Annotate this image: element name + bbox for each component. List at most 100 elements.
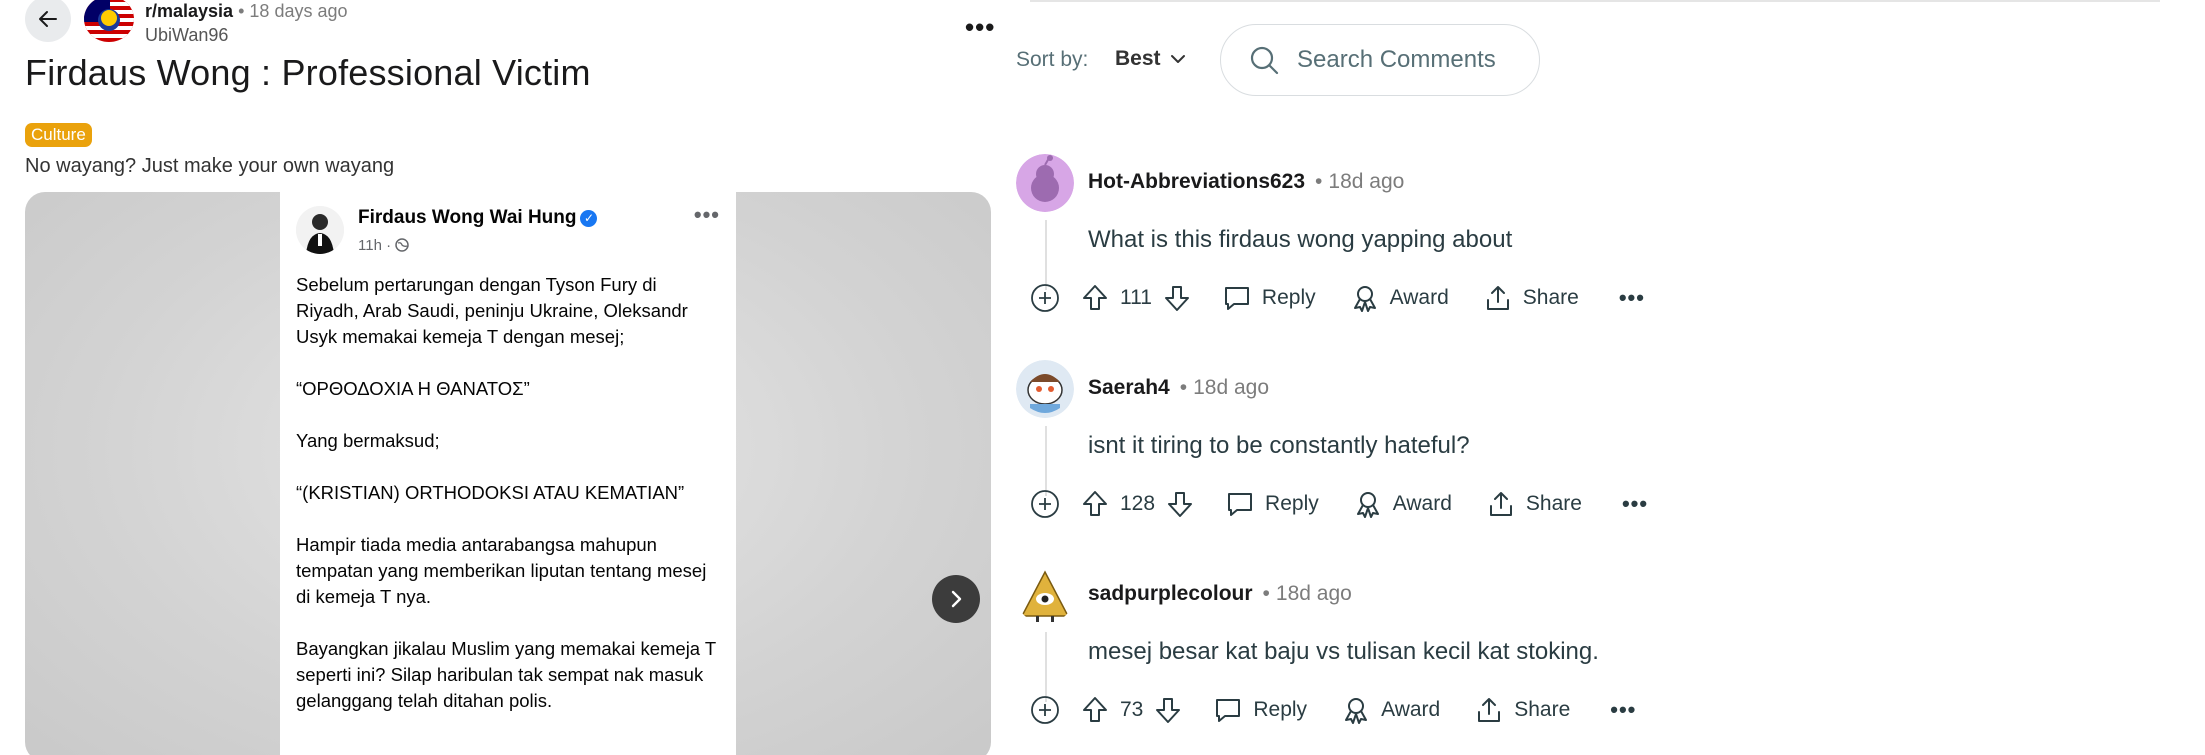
fb-post-header: Firdaus Wong Wai Hung ✓ 11h · ••• [296,202,720,272]
upvote-icon [1083,491,1107,516]
expand-button[interactable] [1030,489,1060,519]
comment-more-options-button[interactable]: ••• [1622,491,1648,517]
avatar[interactable] [1016,154,1074,212]
fb-author-name-text: Firdaus Wong Wai Hung [358,207,577,228]
post-author[interactable]: UbiWan96 [145,24,348,46]
expand-button[interactable] [1030,695,1060,725]
image-gallery[interactable]: Firdaus Wong Wai Hung ✓ 11h · ••• Sebelum… [25,192,991,755]
post-meta: r/malaysia • 18 days ago UbiWan96 [145,0,348,46]
downvote-button[interactable] [1162,283,1192,313]
share-icon [1486,286,1509,310]
reply-label: Reply [1265,492,1319,515]
post-age: 18 days ago [249,1,348,21]
meta-separator: • [238,1,245,21]
award-icon [1356,492,1379,518]
award-button[interactable]: Award [1341,695,1440,725]
arrow-left-icon [39,11,57,27]
sort-label: Sort by: [1016,48,1089,71]
award-button[interactable]: Award [1350,283,1449,313]
comment-more-options-button[interactable]: ••• [1619,285,1645,311]
meta-separator: • [1315,170,1323,193]
plus-circle-icon [1031,696,1059,724]
comment: Hot-Abbreviations623 • 18d ago What is thi… [1016,154,2166,354]
sort-dropdown[interactable]: Best [1115,47,1161,71]
downvote-icon [1156,698,1181,723]
downvote-icon [1164,286,1189,311]
comment-author-line: sadpurplecolour • 18d ago [1088,582,1352,606]
gallery-next-button[interactable] [932,575,980,623]
comment-text: isnt it tiring to be constantly hateful? [1088,432,1470,459]
comment-author[interactable]: sadpurplecolour [1088,582,1253,605]
chevron-down-icon[interactable] [1170,53,1186,65]
fb-post-time: 11h · [358,233,409,259]
award-label: Award [1381,698,1441,721]
comment-text: mesej besar kat baju vs tulisan kecil ka… [1088,638,1599,665]
subreddit-link[interactable]: r/malaysia [145,1,233,21]
comment-icon [1228,493,1253,516]
fb-paragraph: Bayangkan jikalau Muslim yang memakai ke… [296,638,716,711]
downvote-button[interactable] [1153,695,1183,725]
upvote-button[interactable] [1080,695,1110,725]
vote-count: 73 [1120,698,1144,721]
award-button[interactable]: Award [1353,489,1452,519]
downvote-button[interactable] [1165,489,1195,519]
subreddit-avatar[interactable] [84,0,134,42]
share-label: Share [1522,286,1579,309]
fb-paragraph: Yang bermaksud; [296,430,440,451]
share-button[interactable]: Share [1483,283,1579,313]
search-comments-input[interactable]: Search Comments [1220,24,1540,96]
plus-circle-icon [1031,284,1059,312]
post-panel: r/malaysia • 18 days ago UbiWan96 ••• Fi… [0,0,1000,755]
post-body: No wayang? Just make your own wayang [25,155,395,177]
post-more-options-button[interactable]: ••• [965,12,995,43]
comment-more-options-button[interactable]: ••• [1610,697,1636,723]
comment-author-line: Saerah4 • 18d ago [1088,376,1269,400]
award-icon [1353,286,1376,312]
comment: Saerah4 • 18d ago isnt it tiring to be con… [1016,360,2166,560]
vote-count: 111 [1120,286,1152,309]
comment-author[interactable]: Saerah4 [1088,376,1170,399]
share-label: Share [1514,698,1571,721]
share-label: Share [1525,492,1582,515]
reply-label: Reply [1253,698,1308,721]
reply-button[interactable]: Reply [1222,283,1316,313]
reddit-post-page: r/malaysia • 18 days ago UbiWan96 ••• Fi… [0,0,2205,755]
share-button[interactable]: Share [1486,489,1582,519]
downvote-icon [1168,492,1193,517]
fb-paragraph: “ΟΡΘΟΔΟΧΙΑ Η ΘΑΝΑΤΟΣ” [296,378,530,399]
comment-icon [1224,287,1249,310]
post-flair[interactable]: Culture [25,123,92,147]
reply-button[interactable]: Reply [1225,489,1319,519]
upvote-icon [1083,697,1107,722]
comment-actions: 128 Reply Award Share ••• [1030,484,1648,524]
comment-age: 18d ago [1193,376,1270,399]
upvote-icon [1083,285,1107,310]
expand-button[interactable] [1030,283,1060,313]
comment-icon [1216,699,1241,722]
reply-label: Reply [1261,286,1316,309]
back-button[interactable] [25,0,71,42]
share-button[interactable]: Share [1474,695,1570,725]
fb-avatar [296,206,344,254]
comment: sadpurplecolour • 18d ago mesej besar kat … [1016,566,2166,755]
meta-separator: • [1179,376,1188,399]
share-icon [1478,698,1501,722]
award-label: Award [1392,492,1452,515]
chevron-right-icon [951,590,962,608]
verified-badge-icon: ✓ [580,210,598,227]
fb-paragraph: Sebelum pertarungan dengan Tyson Fury di… [296,274,688,347]
post-title: Firdaus Wong : Professional Victim [25,52,591,93]
avatar[interactable] [1016,360,1074,418]
comment-age: 18d ago [1328,170,1405,193]
avatar[interactable] [1016,566,1074,624]
upvote-button[interactable] [1080,283,1110,313]
fb-paragraph: Hampir tiada media antarabangsa mahupun … [296,534,707,607]
vote-count: 128 [1120,492,1156,515]
reply-button[interactable]: Reply [1213,695,1307,725]
facebook-post-screenshot: Firdaus Wong Wai Hung ✓ 11h · ••• Sebelum… [280,192,736,755]
upvote-button[interactable] [1080,489,1110,519]
comment-author-line: Hot-Abbreviations623 • 18d ago [1088,170,1404,194]
comment-author[interactable]: Hot-Abbreviations623 [1088,170,1305,193]
fb-post-time-text: 11h · [358,237,392,254]
search-icon [1250,46,1279,75]
